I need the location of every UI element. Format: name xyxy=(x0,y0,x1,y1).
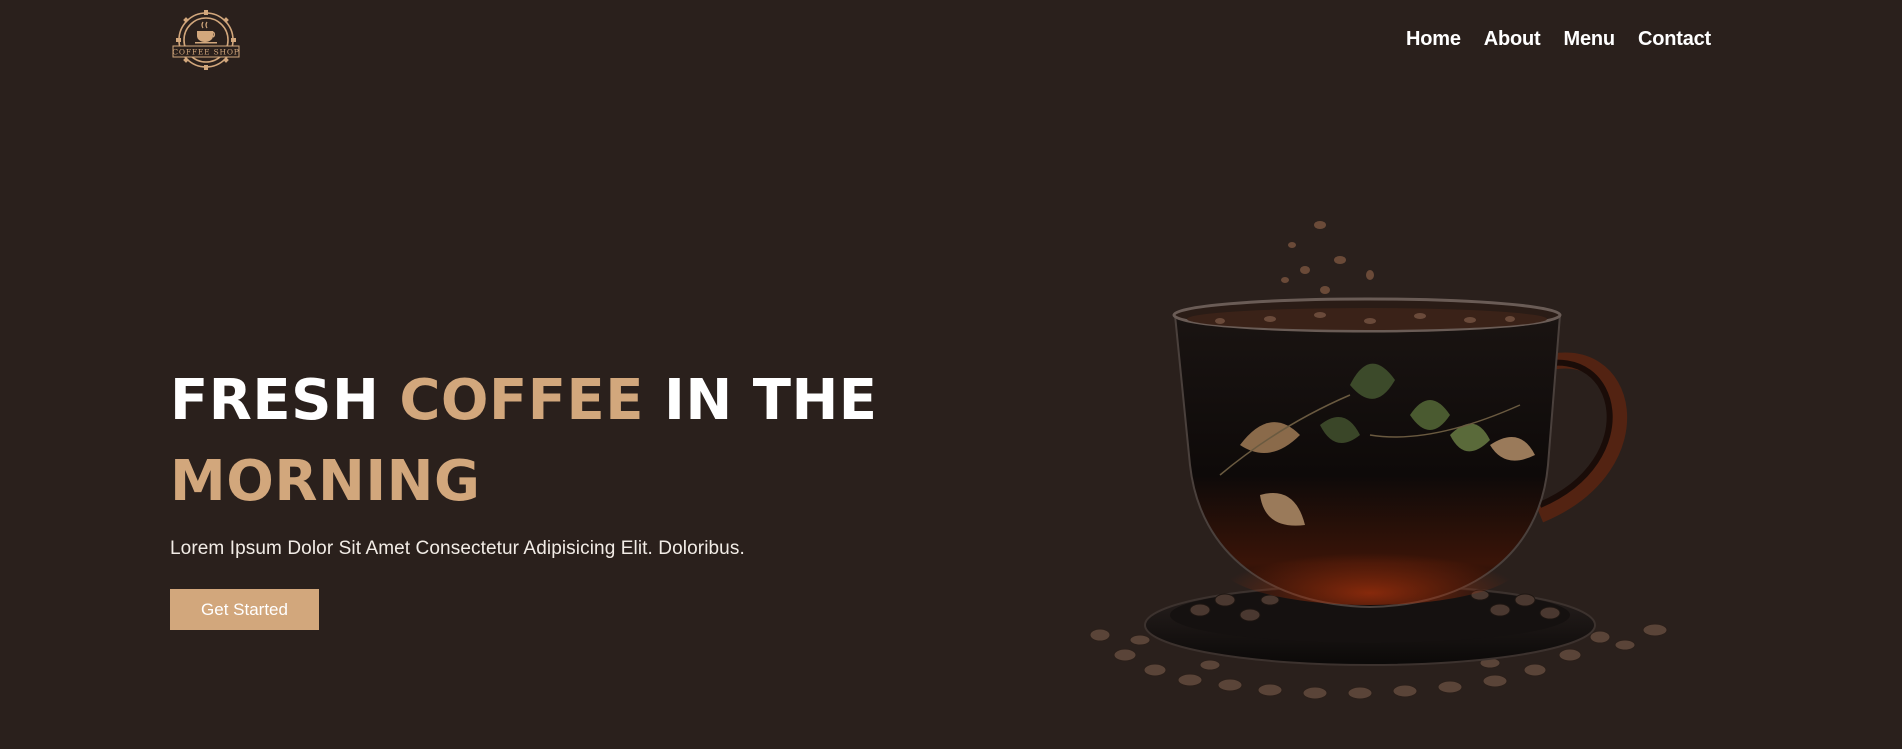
page: COFFEE SHOP Home About Menu Contact FRES… xyxy=(0,0,1902,749)
hero-title-part-1: FRESH xyxy=(170,368,400,433)
get-started-button[interactable]: Get Started xyxy=(170,589,319,630)
hero-title-part-4: MORNING xyxy=(170,449,481,514)
logo-text: COFFEE SHOP xyxy=(172,48,239,57)
nav-link-menu[interactable]: Menu xyxy=(1564,28,1616,51)
coffee-shop-logo-icon: COFFEE SHOP xyxy=(172,10,240,70)
nav-link-contact[interactable]: Contact xyxy=(1638,28,1711,51)
nav-link-about[interactable]: About xyxy=(1484,28,1541,51)
logo[interactable]: COFFEE SHOP xyxy=(168,8,244,72)
coffee-cup-illustration xyxy=(1089,221,1668,700)
hero-title-part-2: COFFEE xyxy=(399,368,645,433)
site-header: COFFEE SHOP Home About Menu Contact xyxy=(0,0,1902,84)
nav-link-home[interactable]: Home xyxy=(1406,28,1461,51)
hero-title: FRESH COFFEE IN THE MORNING xyxy=(170,360,890,522)
hero-title-part-3: IN THE xyxy=(644,368,878,433)
main-nav: Home About Menu Contact xyxy=(1406,28,1711,51)
hero-subtitle: Lorem Ipsum Dolor Sit Amet Consectetur A… xyxy=(170,538,745,559)
